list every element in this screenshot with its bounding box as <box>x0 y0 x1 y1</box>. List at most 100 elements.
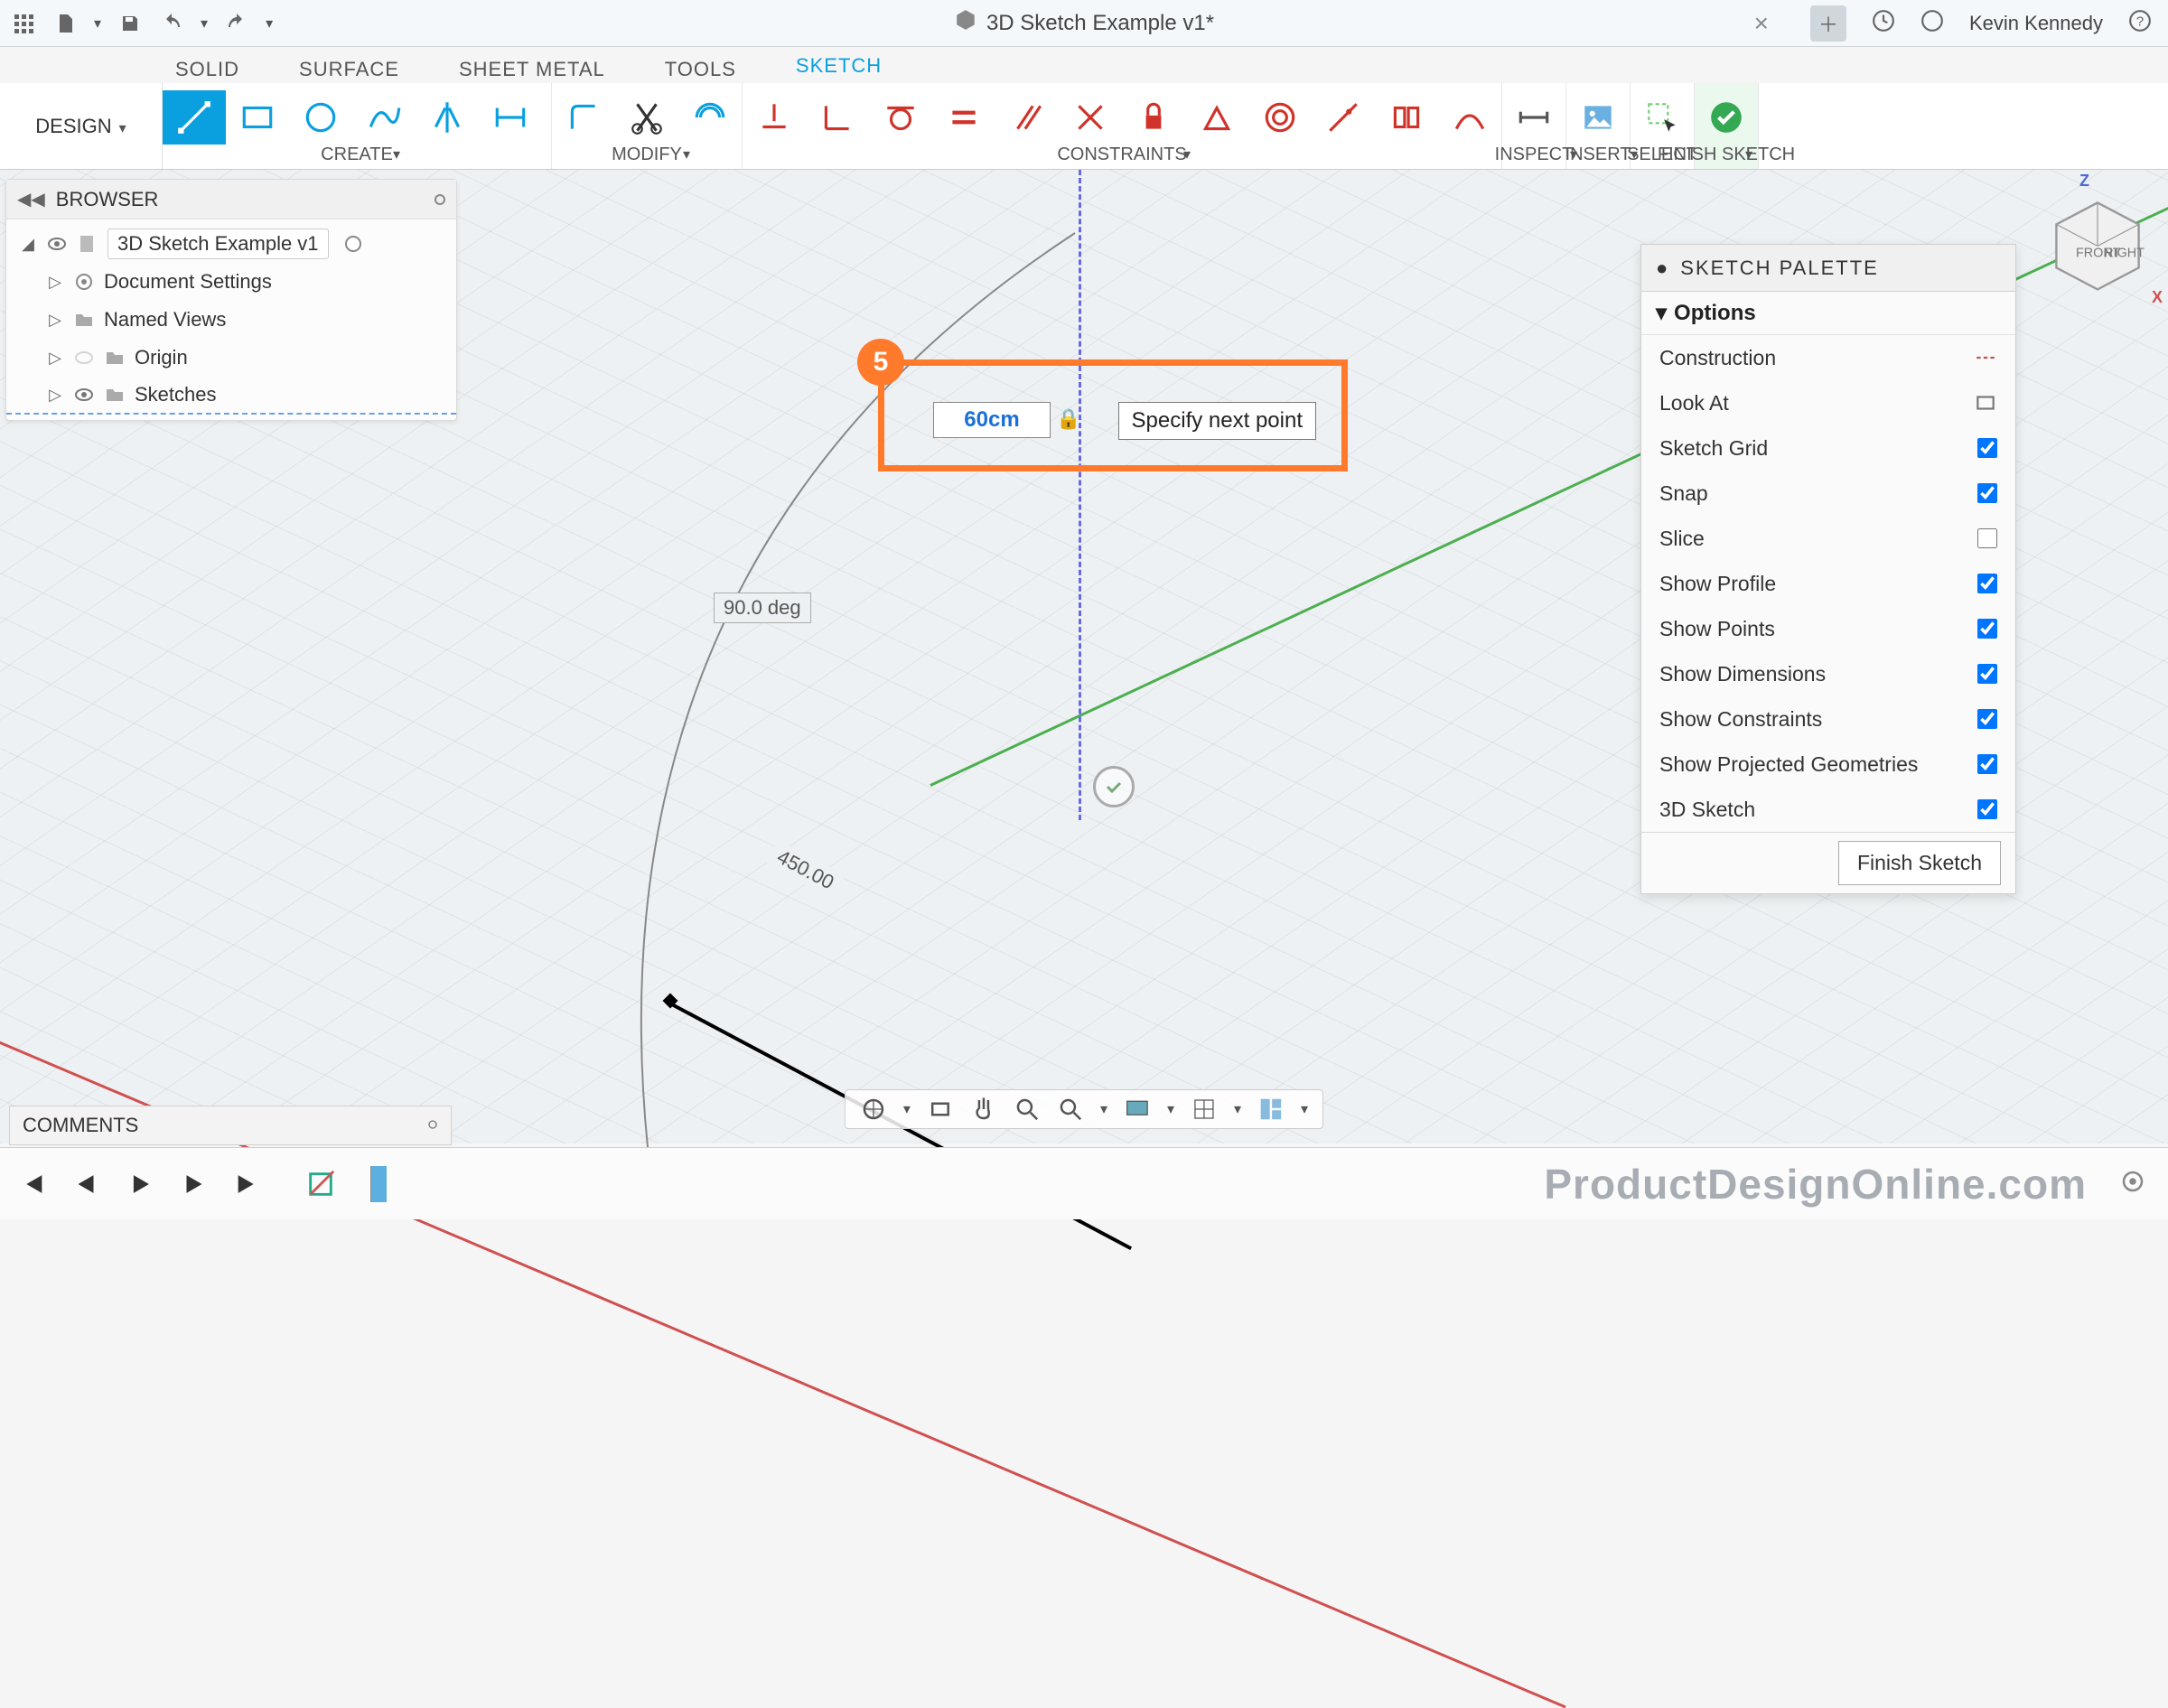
display-settings-icon[interactable] <box>1124 1096 1151 1123</box>
option-dimensions[interactable]: Show Dimensions <box>1641 651 2015 696</box>
option-projected[interactable]: Show Projected Geometries <box>1641 742 2015 787</box>
job-status-icon[interactable] <box>1920 9 1944 38</box>
pan-icon[interactable] <box>970 1096 997 1123</box>
3dsketch-checkbox[interactable] <box>1977 799 1997 819</box>
option-profile[interactable]: Show Profile <box>1641 561 2015 606</box>
visibility-icon[interactable] <box>73 384 95 406</box>
group-finish-label[interactable]: FINISH SKETCH <box>1658 145 1795 165</box>
tree-item-sketches[interactable]: ▷ Sketches <box>6 377 456 415</box>
tree-root[interactable]: ◢ 3D Sketch Example v1 <box>6 225 456 263</box>
option-grid[interactable]: Sketch Grid <box>1641 425 2015 471</box>
mirror-tool[interactable] <box>416 90 479 145</box>
timeline-next-icon[interactable] <box>179 1169 210 1199</box>
expand-icon[interactable]: ◢ <box>19 235 37 254</box>
chevron-down-icon[interactable] <box>683 145 690 163</box>
dimensions-checkbox[interactable] <box>1977 664 1997 684</box>
horizontal-constraint[interactable] <box>743 90 806 145</box>
snap-checkbox[interactable] <box>1977 483 1997 503</box>
measure-tool[interactable] <box>1502 90 1565 145</box>
zoom-window-icon[interactable] <box>1057 1096 1084 1123</box>
lookat-icon[interactable] <box>927 1096 954 1123</box>
rectangle-tool[interactable] <box>226 90 289 145</box>
user-name[interactable]: Kevin Kennedy <box>1969 12 2103 35</box>
tree-item-named-views[interactable]: ▷ Named Views <box>6 301 456 339</box>
midpoint-constraint[interactable] <box>1185 90 1248 145</box>
chevron-down-icon[interactable] <box>1234 1100 1241 1118</box>
timeline-marker[interactable] <box>370 1166 387 1202</box>
finish-sketch-button[interactable] <box>1695 90 1758 145</box>
tree-item-origin[interactable]: ▷ Origin <box>6 339 456 377</box>
grid-settings-icon[interactable] <box>1191 1096 1218 1123</box>
points-checkbox[interactable] <box>1977 619 1997 639</box>
parallel-constraint[interactable] <box>995 90 1059 145</box>
pin-icon[interactable] <box>435 194 445 205</box>
viewport-layout-icon[interactable] <box>1257 1096 1285 1123</box>
chevron-down-icon[interactable] <box>1301 1100 1308 1118</box>
timeline-settings-icon[interactable] <box>2119 1168 2146 1199</box>
extensions-icon[interactable] <box>1872 9 1895 38</box>
help-icon[interactable]: ? <box>2128 9 2152 38</box>
tab-sheetmetal[interactable]: SHEET METAL <box>455 52 609 87</box>
option-points[interactable]: Show Points <box>1641 606 2015 651</box>
lock-icon[interactable]: 🔒 <box>1056 407 1080 431</box>
chevron-down-icon[interactable] <box>903 1100 911 1118</box>
option-3dsketch[interactable]: 3D Sketch <box>1641 787 2015 832</box>
palette-finish-button[interactable]: Finish Sketch <box>1838 841 2001 885</box>
app-grid-icon[interactable] <box>11 11 36 36</box>
dimension-tool[interactable] <box>479 90 542 145</box>
visibility-icon[interactable] <box>73 347 95 369</box>
browser-header[interactable]: ◀◀ BROWSER <box>6 180 456 219</box>
timeline-start-icon[interactable] <box>16 1169 47 1199</box>
tab-tools[interactable]: TOOLS <box>661 52 740 87</box>
new-tab-button[interactable]: ＋ <box>1810 5 1846 42</box>
group-inspect-label[interactable]: INSPECT <box>1495 145 1574 165</box>
option-slice[interactable]: Slice <box>1641 516 2015 561</box>
chevron-down-icon[interactable] <box>94 14 101 33</box>
group-modify-label[interactable]: MODIFY <box>612 145 682 165</box>
fillet-tool[interactable] <box>552 90 615 145</box>
new-file-icon[interactable] <box>52 11 78 36</box>
tab-surface[interactable]: SURFACE <box>295 52 403 87</box>
tab-solid[interactable]: SOLID <box>172 52 243 87</box>
group-insert-label[interactable]: INSERT <box>1565 145 1631 165</box>
line-tool[interactable] <box>163 90 226 145</box>
timeline-feature-sketch-icon[interactable] <box>305 1169 336 1199</box>
visibility-icon[interactable] <box>46 233 68 255</box>
timeline-play-icon[interactable] <box>125 1169 155 1199</box>
undo-icon[interactable] <box>159 11 184 36</box>
close-tab-icon[interactable]: × <box>1738 9 1785 38</box>
collapse-icon[interactable]: ◀◀ <box>17 188 45 210</box>
chevron-down-icon[interactable] <box>1745 145 1752 163</box>
workspace-switcher[interactable]: DESIGN <box>0 83 163 169</box>
view-cube[interactable]: Z X FRONT RIGHT <box>2043 190 2152 298</box>
option-constraints[interactable]: Show Constraints <box>1641 696 2015 742</box>
timeline-prev-icon[interactable] <box>70 1169 101 1199</box>
tree-item-doc-settings[interactable]: ▷ Document Settings <box>6 263 456 301</box>
comments-panel[interactable]: COMMENTS <box>9 1106 452 1145</box>
construction-icon[interactable] <box>1974 346 1997 369</box>
spline-tool[interactable] <box>352 90 416 145</box>
chevron-down-icon[interactable] <box>201 14 208 33</box>
chevron-down-icon[interactable] <box>1167 1100 1174 1118</box>
group-constraints-label[interactable]: CONSTRAINTS <box>1057 145 1186 165</box>
equal-constraint[interactable] <box>932 90 995 145</box>
dimension-input[interactable]: 60cm <box>933 402 1051 438</box>
option-snap[interactable]: Snap <box>1641 471 2015 516</box>
chevron-down-icon[interactable] <box>1183 145 1191 163</box>
palette-section-options[interactable]: ▾ Options <box>1641 292 2015 335</box>
collapse-icon[interactable]: ● <box>1656 257 1669 280</box>
select-tool[interactable] <box>1631 90 1694 145</box>
expand-icon[interactable]: ▷ <box>46 386 64 405</box>
slice-checkbox[interactable] <box>1977 528 1997 548</box>
orbit-icon[interactable] <box>860 1096 887 1123</box>
save-icon[interactable] <box>117 11 143 36</box>
expand-icon[interactable]: ▷ <box>46 349 64 368</box>
vertical-constraint[interactable] <box>806 90 869 145</box>
coincident-constraint[interactable] <box>1312 90 1375 145</box>
chevron-down-icon[interactable] <box>1100 1100 1107 1118</box>
expand-icon[interactable]: ▷ <box>46 311 64 330</box>
expand-icon[interactable]: ▷ <box>46 273 64 292</box>
curvature-constraint[interactable] <box>1438 90 1501 145</box>
concentric-constraint[interactable] <box>1248 90 1312 145</box>
palette-header[interactable]: ● SKETCH PALETTE <box>1641 245 2015 292</box>
